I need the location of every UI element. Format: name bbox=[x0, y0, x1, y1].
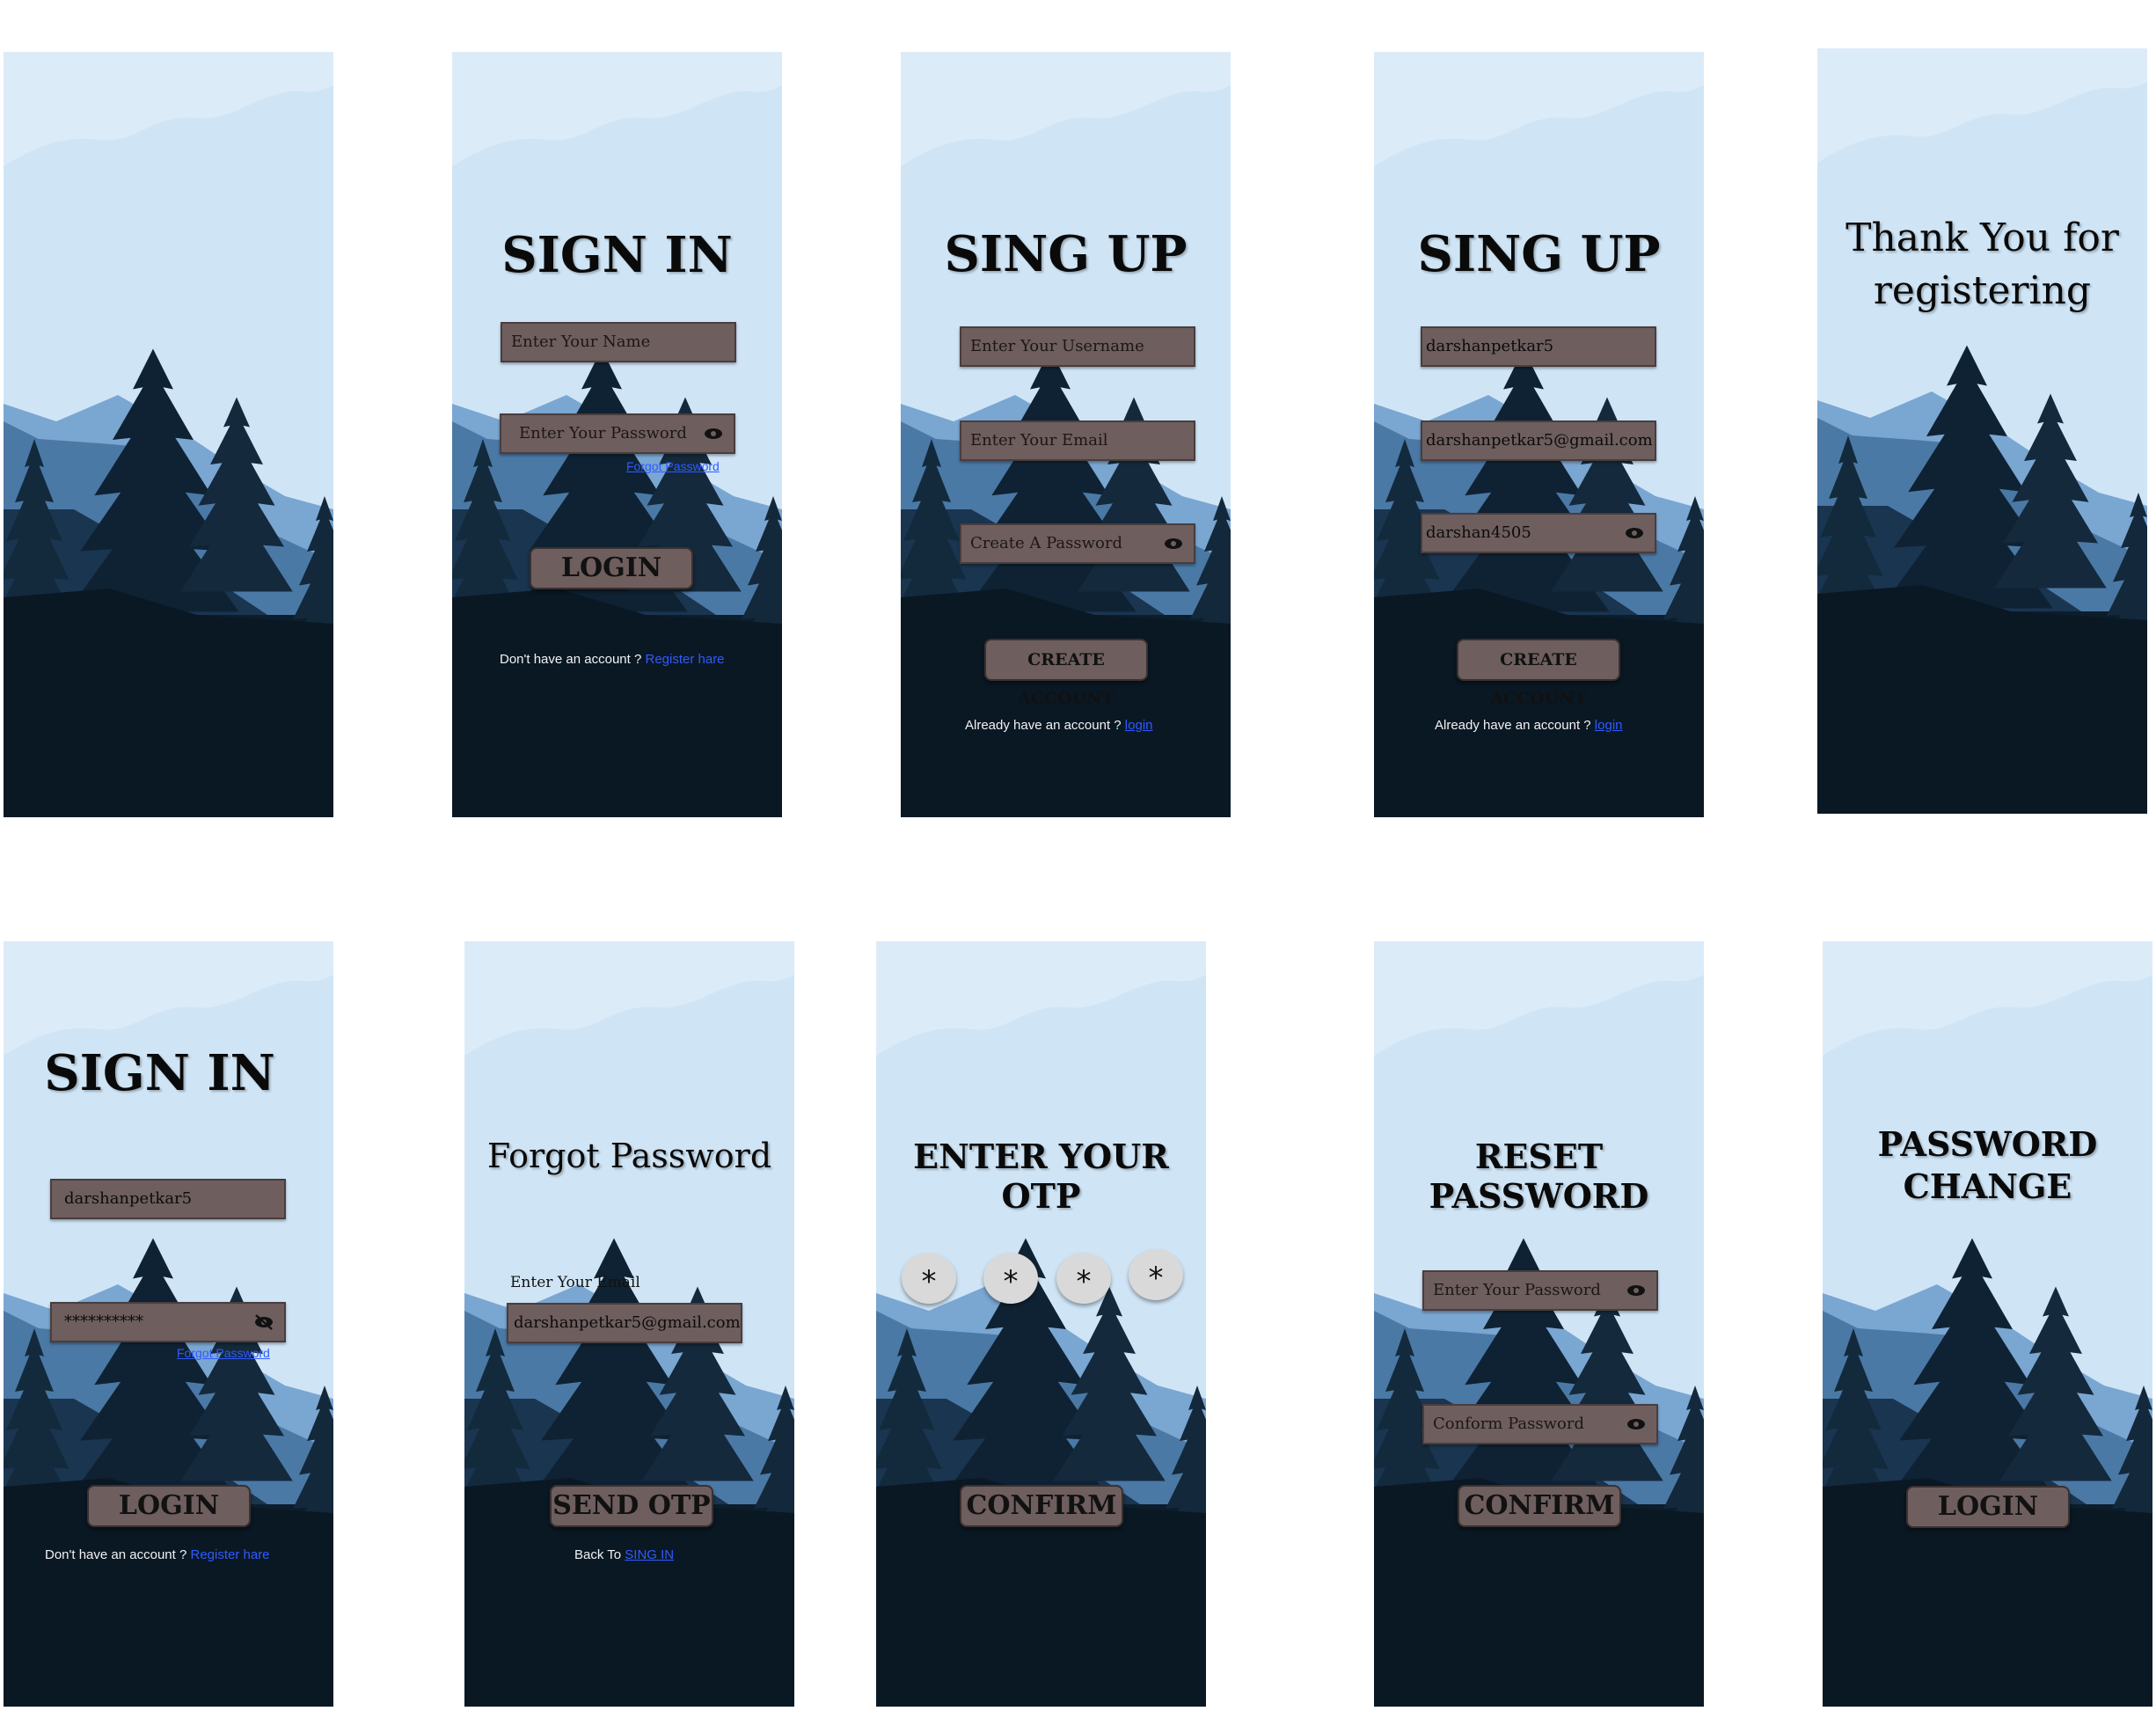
eye-icon[interactable] bbox=[1626, 1283, 1646, 1298]
password-field[interactable]: Enter Your Password bbox=[500, 413, 735, 454]
login-link[interactable]: login bbox=[1125, 718, 1153, 733]
create-account-button[interactable]: CREATE ACCOUNT bbox=[1457, 639, 1620, 708]
confirm-button[interactable]: CONFIRM bbox=[960, 1485, 1123, 1527]
username-field[interactable]: darshanpetkar5 bbox=[1421, 326, 1656, 367]
otp-digit-3[interactable]: * bbox=[1056, 1253, 1111, 1304]
back-to-text: Back To bbox=[574, 1547, 622, 1562]
eye-icon[interactable] bbox=[1625, 525, 1644, 541]
screen-thank-you: Thank You for registering bbox=[1817, 48, 2147, 814]
register-prompt-text: Don't have an account ? bbox=[500, 652, 642, 667]
eye-slash-icon[interactable] bbox=[254, 1314, 274, 1330]
password-change-line-1: PASSWORD bbox=[1877, 1124, 2098, 1164]
forest-background bbox=[1823, 941, 2152, 1707]
page-title: SIGN IN bbox=[44, 1044, 275, 1102]
password-field[interactable]: darshan4505 bbox=[1421, 513, 1656, 553]
register-link[interactable]: Register hare bbox=[645, 652, 724, 667]
password-change-line-2: CHANGE bbox=[1903, 1166, 2072, 1206]
forest-background bbox=[4, 52, 333, 817]
new-password-field[interactable]: Enter Your Password bbox=[1422, 1270, 1658, 1311]
otp-digit-2[interactable]: * bbox=[983, 1253, 1038, 1304]
username-field[interactable]: Enter Your Username bbox=[960, 326, 1195, 367]
confirm-password-field[interactable]: Conform Password bbox=[1422, 1404, 1658, 1444]
confirm-button[interactable]: CONFIRM bbox=[1458, 1485, 1621, 1527]
forgot-password-link[interactable]: Forgot Password bbox=[626, 459, 720, 473]
screen-sign-in-filled: SIGN IN darshanpetkar5 ********** Forgot… bbox=[4, 941, 333, 1707]
password-field[interactable]: Create A Password bbox=[960, 523, 1195, 564]
register-link[interactable]: Register hare bbox=[190, 1547, 269, 1562]
thank-you-line-2: registering bbox=[1873, 268, 2092, 313]
new-password-placeholder: Enter Your Password bbox=[1433, 1281, 1601, 1299]
password-field[interactable]: ********** bbox=[50, 1302, 286, 1342]
register-prompt: Don't have an account ? Register hare bbox=[45, 1547, 270, 1562]
thank-you-line-1: Thank You for bbox=[1845, 216, 2119, 260]
page-title: SING UP bbox=[944, 225, 1188, 283]
register-prompt: Don't have an account ? Register hare bbox=[500, 652, 725, 667]
login-prompt: Already have an account ? login bbox=[1435, 718, 1623, 733]
password-value: ********** bbox=[64, 1312, 143, 1331]
eye-icon[interactable] bbox=[1626, 1416, 1646, 1432]
page-title: Forgot Password bbox=[486, 1137, 772, 1175]
login-button[interactable]: LOGIN bbox=[87, 1485, 251, 1527]
screen-sign-up-empty: SING UP Enter Your Username Enter Your E… bbox=[901, 52, 1231, 817]
send-otp-button[interactable]: SEND OTP bbox=[550, 1485, 713, 1527]
password-value: darshan4505 bbox=[1426, 523, 1531, 542]
screen-reset-password: RESET PASSWORD Enter Your Password Confo… bbox=[1374, 941, 1704, 1707]
sign-in-link[interactable]: SING IN bbox=[625, 1547, 674, 1562]
forest-background bbox=[1817, 48, 2147, 814]
screen-forgot-password: Forgot Password Enter Your Email darshan… bbox=[464, 941, 794, 1707]
login-prompt-text: Already have an account ? bbox=[965, 718, 1122, 733]
password-placeholder: Create A Password bbox=[970, 534, 1122, 552]
email-field[interactable]: darshanpetkar5@gmail.com bbox=[1421, 420, 1656, 461]
screen-sign-in: SIGN IN Enter Your Name Enter Your Passw… bbox=[452, 52, 782, 817]
login-prompt: Already have an account ? login bbox=[965, 718, 1153, 733]
login-link[interactable]: login bbox=[1595, 718, 1623, 733]
confirm-password-placeholder: Conform Password bbox=[1433, 1415, 1584, 1433]
page-title: ENTER YOUR OTP bbox=[913, 1137, 1169, 1216]
login-button[interactable]: LOGIN bbox=[1906, 1486, 2070, 1528]
email-field[interactable]: darshanpetkar5@gmail.com bbox=[507, 1303, 742, 1343]
eye-icon[interactable] bbox=[704, 426, 723, 442]
page-title: SIGN IN bbox=[501, 226, 733, 284]
screen-sign-up-filled: SING UP darshanpetkar5 darshanpetkar5@gm… bbox=[1374, 52, 1704, 817]
back-to-sign-in: Back To SING IN bbox=[574, 1547, 674, 1562]
forest-background bbox=[1374, 941, 1704, 1707]
name-field[interactable]: darshanpetkar5 bbox=[50, 1179, 286, 1219]
create-account-button[interactable]: CREATE ACCOUNT bbox=[984, 639, 1148, 708]
login-button[interactable]: LOGIN bbox=[530, 547, 693, 589]
eye-icon[interactable] bbox=[1164, 536, 1183, 552]
screen-enter-otp: ENTER YOUR OTP * * * * CONFIRM bbox=[876, 941, 1206, 1707]
forgot-password-link[interactable]: Forgot Password bbox=[177, 1346, 270, 1360]
forest-background bbox=[876, 941, 1206, 1707]
otp-digit-1[interactable]: * bbox=[902, 1253, 956, 1304]
register-prompt-text: Don't have an account ? bbox=[45, 1547, 187, 1562]
otp-digit-4[interactable]: * bbox=[1129, 1249, 1183, 1300]
login-prompt-text: Already have an account ? bbox=[1435, 718, 1591, 733]
email-field[interactable]: Enter Your Email bbox=[960, 420, 1195, 461]
page-title: SING UP bbox=[1417, 225, 1661, 283]
screen-password-changed: PASSWORD CHANGE LOGIN bbox=[1823, 941, 2152, 1707]
screen-splash bbox=[4, 52, 333, 817]
name-field[interactable]: Enter Your Name bbox=[501, 322, 736, 362]
email-label: Enter Your Email bbox=[510, 1274, 640, 1291]
password-placeholder: Enter Your Password bbox=[519, 424, 687, 442]
page-title: RESET PASSWORD bbox=[1429, 1137, 1649, 1216]
